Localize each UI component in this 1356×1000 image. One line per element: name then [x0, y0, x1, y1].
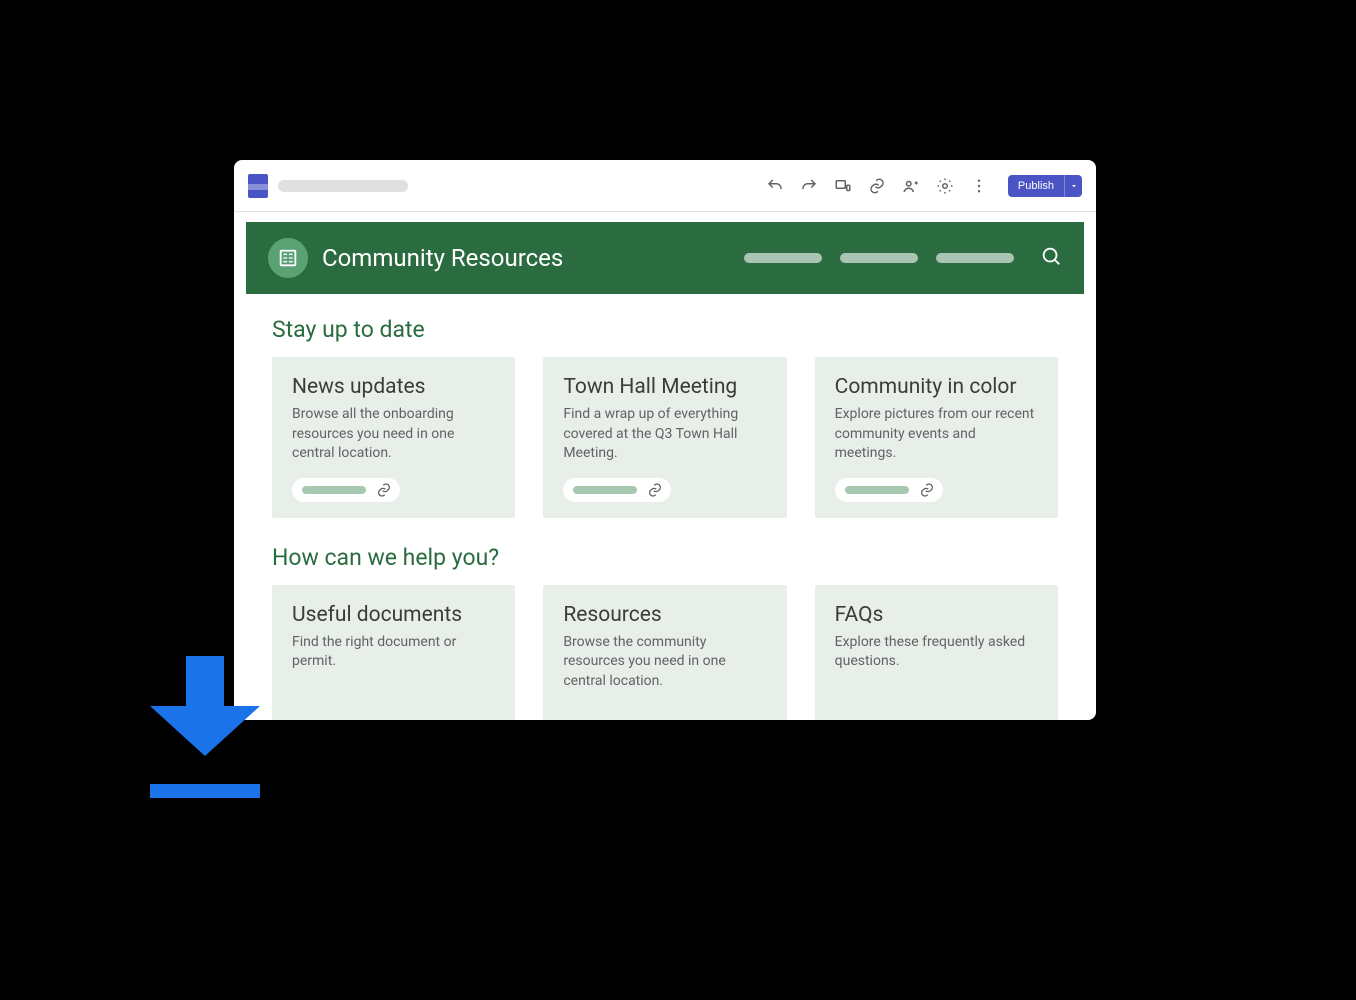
- publish-button-group: Publish: [1008, 175, 1082, 197]
- card-link-button[interactable]: [292, 478, 400, 502]
- card-row: News updates Browse all the onboarding r…: [272, 357, 1058, 518]
- card-news-updates[interactable]: News updates Browse all the onboarding r…: [272, 357, 515, 518]
- card-title: News updates: [292, 375, 495, 399]
- section-heading[interactable]: Stay up to date: [272, 316, 1058, 343]
- card-faqs[interactable]: FAQs Explore these frequently asked ques…: [815, 585, 1058, 720]
- site-title[interactable]: Community Resources: [322, 244, 563, 272]
- editor-window: Publish Community Resources Stay up to d…: [234, 160, 1096, 720]
- card-desc: Explore these frequently asked questions…: [835, 633, 1038, 672]
- card-desc: Find the right document or permit.: [292, 633, 495, 672]
- card-town-hall[interactable]: Town Hall Meeting Find a wrap up of ever…: [543, 357, 786, 518]
- toolbar-actions: [766, 177, 988, 195]
- card-title: Useful documents: [292, 603, 495, 627]
- card-row: Useful documents Find the right document…: [272, 585, 1058, 720]
- link-icon: [919, 482, 935, 498]
- link-text-placeholder: [302, 486, 366, 494]
- card-community-color[interactable]: Community in color Explore pictures from…: [815, 357, 1058, 518]
- publish-button[interactable]: Publish: [1008, 175, 1064, 197]
- card-desc: Find a wrap up of everything covered at …: [563, 405, 766, 464]
- sites-app-icon[interactable]: [248, 174, 268, 198]
- card-title: Town Hall Meeting: [563, 375, 766, 399]
- card-desc: Explore pictures from our recent communi…: [835, 405, 1038, 464]
- nav-item-placeholder[interactable]: [840, 253, 918, 263]
- link-text-placeholder: [845, 486, 909, 494]
- more-icon[interactable]: [970, 177, 988, 195]
- nav-item-placeholder[interactable]: [936, 253, 1014, 263]
- link-text-placeholder: [573, 486, 637, 494]
- undo-icon[interactable]: [766, 177, 784, 195]
- card-useful-docs[interactable]: Useful documents Find the right document…: [272, 585, 515, 720]
- download-icon: [150, 656, 260, 798]
- card-link-button[interactable]: [835, 478, 943, 502]
- gear-icon[interactable]: [936, 177, 954, 195]
- app-toolbar: Publish: [234, 160, 1096, 212]
- link-icon[interactable]: [868, 177, 886, 195]
- card-title: FAQs: [835, 603, 1038, 627]
- share-icon[interactable]: [902, 177, 920, 195]
- card-title: Resources: [563, 603, 766, 627]
- publish-dropdown[interactable]: [1064, 175, 1082, 197]
- section-heading[interactable]: How can we help you?: [272, 544, 1058, 571]
- card-desc: Browse all the onboarding resources you …: [292, 405, 495, 464]
- preview-icon[interactable]: [834, 177, 852, 195]
- nav-item-placeholder[interactable]: [744, 253, 822, 263]
- card-resources[interactable]: Resources Browse the community resources…: [543, 585, 786, 720]
- editor-canvas: Community Resources Stay up to date News…: [234, 212, 1096, 720]
- redo-icon[interactable]: [800, 177, 818, 195]
- card-link-button[interactable]: [563, 478, 671, 502]
- site-header: Community Resources: [246, 222, 1084, 294]
- search-icon[interactable]: [1040, 245, 1062, 271]
- site-body: Stay up to date News updates Browse all …: [246, 294, 1084, 720]
- link-icon: [376, 482, 392, 498]
- site-nav: [744, 245, 1062, 271]
- document-title-placeholder[interactable]: [278, 180, 408, 192]
- site-logo-icon: [268, 238, 308, 278]
- link-icon: [647, 482, 663, 498]
- card-desc: Browse the community resources you need …: [563, 633, 766, 692]
- card-title: Community in color: [835, 375, 1038, 399]
